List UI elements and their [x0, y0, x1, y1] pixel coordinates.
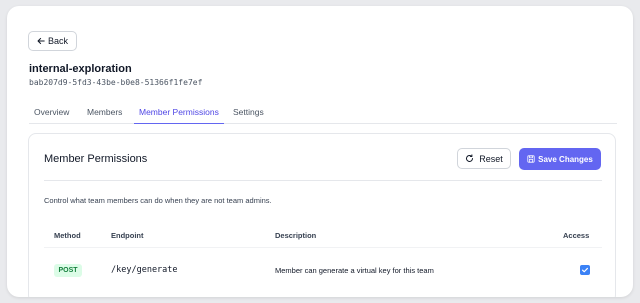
column-header-description: Description: [275, 231, 317, 240]
method-badge: POST: [54, 264, 82, 277]
arrow-left-icon: [37, 37, 45, 45]
column-header-access: Access: [563, 231, 590, 240]
refresh-icon: [466, 154, 474, 162]
table-header-divider: [44, 247, 602, 248]
team-detail-panel: Back internal-exploration bab207d9-5fd3-…: [7, 6, 633, 297]
permission-description: Member can generate a virtual key for th…: [275, 266, 434, 275]
team-name: internal-exploration: [29, 63, 132, 75]
tab-overview[interactable]: Overview: [29, 102, 74, 124]
save-changes-label: Save Changes: [538, 154, 593, 164]
access-checkbox[interactable]: [580, 265, 590, 275]
team-id: bab207d9-5fd3-43be-b0e8-51366f1fe7ef: [29, 78, 203, 87]
tab-settings[interactable]: Settings: [228, 102, 269, 124]
check-icon: [582, 267, 588, 273]
card-title: Member Permissions: [44, 153, 148, 165]
save-changes-button[interactable]: Save Changes: [519, 148, 601, 170]
tab-bar: Overview Members Member Permissions Sett…: [29, 102, 617, 124]
reset-button-label: Reset: [479, 153, 503, 164]
column-header-endpoint: Endpoint: [111, 231, 144, 240]
tab-member-permissions[interactable]: Member Permissions: [134, 102, 224, 124]
reset-button[interactable]: Reset: [457, 148, 511, 169]
tab-members[interactable]: Members: [82, 102, 127, 124]
endpoint-path: /key/generate: [111, 265, 178, 275]
column-header-method: Method: [54, 231, 81, 240]
member-permissions-card: Member Permissions Reset Save Changes Co…: [28, 133, 616, 297]
back-button-label: Back: [47, 36, 68, 46]
save-icon: [527, 155, 535, 163]
permissions-description: Control what team members can do when th…: [44, 196, 272, 205]
back-button[interactable]: Back: [28, 31, 77, 51]
header-divider: [44, 180, 602, 181]
